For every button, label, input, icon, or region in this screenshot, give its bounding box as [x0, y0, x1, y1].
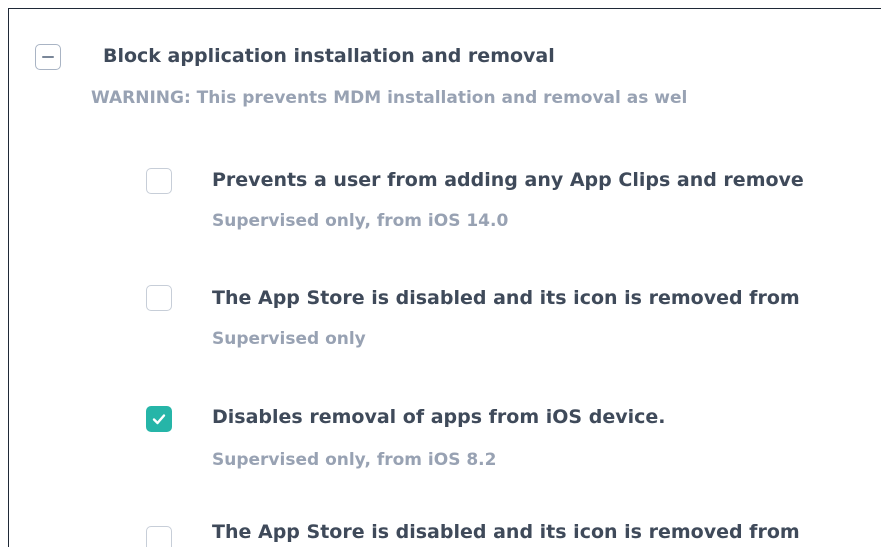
- parent-indeterminate-checkbox[interactable]: [35, 44, 61, 70]
- option-title-app-store-disabled: The App Store is disabled and its icon i…: [212, 287, 800, 309]
- parent-title: Block application installation and remov…: [103, 45, 555, 67]
- parent-warning: WARNING: This prevents MDM installation …: [91, 88, 688, 108]
- option-title-disable-app-removal: Disables removal of apps from iOS device…: [212, 406, 666, 428]
- option-checkbox-app-store-disabled-2[interactable]: [146, 526, 172, 547]
- option-title-app-store-disabled-2: The App Store is disabled and its icon i…: [212, 521, 800, 543]
- option-checkbox-app-store-disabled[interactable]: [146, 285, 172, 311]
- checkmark-icon: [152, 414, 166, 425]
- option-subtitle-disable-app-removal: Supervised only, from iOS 8.2: [212, 450, 497, 470]
- option-title-app-clips: Prevents a user from adding any App Clip…: [212, 169, 804, 191]
- restrictions-panel: Block application installation and remov…: [8, 8, 881, 547]
- option-checkbox-disable-app-removal[interactable]: [146, 406, 172, 432]
- option-subtitle-app-clips: Supervised only, from iOS 14.0: [212, 211, 509, 231]
- option-checkbox-app-clips[interactable]: [146, 168, 172, 194]
- option-subtitle-app-store-disabled: Supervised only: [212, 329, 366, 349]
- minus-icon: [42, 56, 54, 58]
